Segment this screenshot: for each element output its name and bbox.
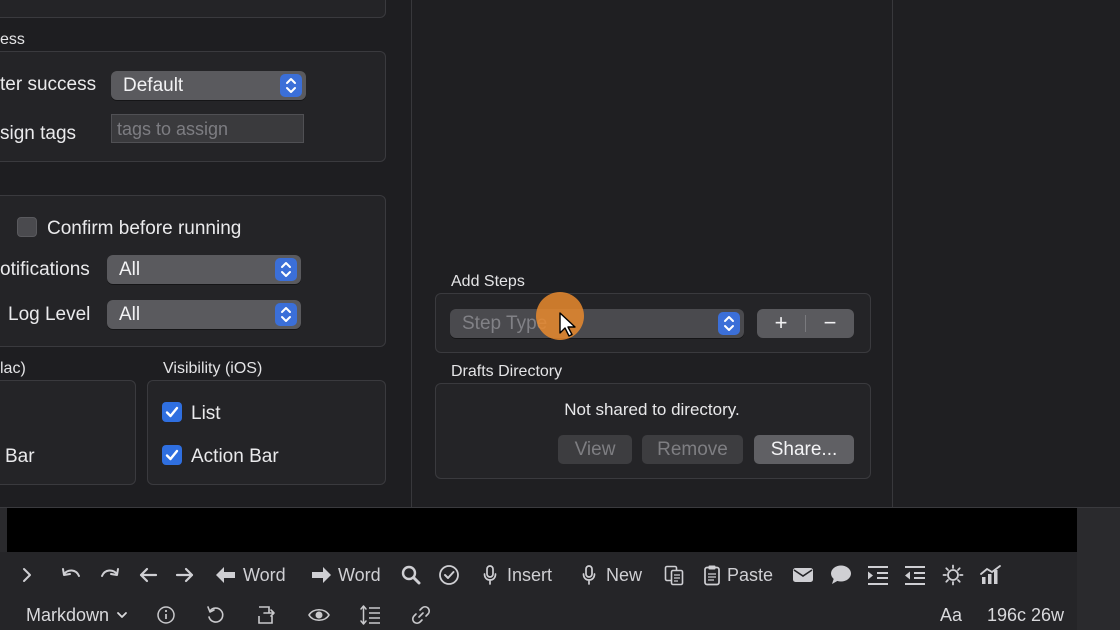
- chevron-updown-icon: [275, 258, 297, 281]
- step-type-placeholder: Step Type: [462, 313, 548, 334]
- visibility-mac-header: lac): [0, 360, 26, 377]
- word-forward-button[interactable]: Word: [309, 560, 381, 590]
- checkmark-icon: [165, 406, 179, 418]
- assign-tags-placeholder: tags to assign: [117, 119, 229, 139]
- editor-area[interactable]: [0, 508, 1077, 552]
- step-type-popup[interactable]: Step Type: [450, 309, 744, 338]
- notifications-label: otifications: [0, 259, 90, 280]
- search-icon[interactable]: [400, 560, 422, 590]
- confirm-checkbox[interactable]: [17, 217, 37, 237]
- drafts-directory-group: [435, 383, 871, 479]
- log-level-value: All: [119, 304, 141, 325]
- after-success-popup[interactable]: Default: [111, 71, 306, 100]
- chevron-down-icon: [117, 612, 127, 618]
- word-forward-arrow-icon: [312, 567, 331, 583]
- chevron-updown-icon: [718, 312, 740, 335]
- visibility-mac-group: [0, 380, 136, 485]
- ios-action-bar-label: Action Bar: [191, 446, 279, 467]
- syntax-mode-menu[interactable]: Markdown: [26, 603, 128, 627]
- section-header: ess: [0, 31, 25, 48]
- assign-tags-input[interactable]: tags to assign: [111, 114, 304, 143]
- share-button[interactable]: Share...: [754, 435, 854, 464]
- font-settings-button[interactable]: Aa: [940, 603, 962, 627]
- dictate-new-button[interactable]: New: [581, 560, 642, 590]
- add-step-button[interactable]: +: [757, 309, 805, 338]
- ios-action-bar-checkbox[interactable]: [162, 445, 182, 465]
- chevron-updown-icon: [280, 74, 302, 97]
- add-remove-segmented: + −: [757, 309, 854, 338]
- redo-icon[interactable]: [99, 560, 121, 590]
- dictate-insert-button[interactable]: Insert: [482, 560, 552, 590]
- visibility-ios-header: Visibility (iOS): [163, 360, 263, 377]
- info-icon[interactable]: [156, 603, 176, 627]
- mail-icon[interactable]: [792, 560, 814, 590]
- view-button[interactable]: View: [558, 435, 632, 464]
- visibility-ios-group: [147, 380, 386, 485]
- task-check-icon[interactable]: [438, 560, 460, 590]
- preview-eye-icon[interactable]: [307, 603, 331, 627]
- chevron-updown-icon: [275, 303, 297, 326]
- right-pane: [893, 0, 1120, 507]
- drafts-directory-status: Not shared to directory.: [564, 400, 740, 419]
- checkmark-icon: [165, 449, 179, 461]
- clipboard-icon: [704, 565, 720, 586]
- outdent-icon[interactable]: [903, 560, 927, 590]
- message-bubble-icon[interactable]: [829, 560, 853, 590]
- remove-step-button[interactable]: −: [806, 309, 854, 338]
- move-draft-icon[interactable]: [256, 603, 278, 627]
- after-success-value: Default: [123, 75, 184, 96]
- after-success-label: ter success: [0, 74, 97, 95]
- word-back-arrow-icon: [216, 567, 235, 583]
- settings-group-top: [0, 0, 386, 18]
- side-strip: [1077, 508, 1120, 630]
- chart-icon[interactable]: [979, 560, 1003, 590]
- ios-list-label: List: [191, 403, 221, 424]
- line-spacing-icon[interactable]: [359, 603, 381, 627]
- visibility-mac-bar-label: Bar: [5, 446, 35, 467]
- chevron-right-icon[interactable]: [18, 560, 36, 590]
- log-level-popup[interactable]: All: [107, 300, 301, 329]
- character-word-count[interactable]: 196c 26w: [987, 603, 1064, 627]
- log-level-label: Log Level: [8, 304, 91, 325]
- brightness-icon[interactable]: [942, 560, 964, 590]
- undo-icon[interactable]: [60, 560, 82, 590]
- pointer-cursor-icon: [559, 312, 576, 337]
- drafts-directory-header: Drafts Directory: [451, 363, 563, 380]
- after-success-group: [0, 51, 386, 162]
- arrow-left-icon[interactable]: [137, 560, 159, 590]
- paste-button[interactable]: Paste: [703, 560, 773, 590]
- confirm-label: Confirm before running: [47, 218, 242, 239]
- add-steps-header: Add Steps: [451, 273, 525, 290]
- indent-icon[interactable]: [866, 560, 890, 590]
- notifications-value: All: [119, 259, 141, 280]
- arrow-right-icon[interactable]: [174, 560, 196, 590]
- remove-button[interactable]: Remove: [642, 435, 743, 464]
- copy-icon[interactable]: [663, 560, 685, 590]
- word-back-button[interactable]: Word: [214, 560, 286, 590]
- microphone-icon: [582, 565, 596, 585]
- assign-tags-label: sign tags: [0, 123, 77, 144]
- link-icon[interactable]: [410, 603, 432, 627]
- microphone-icon: [483, 565, 497, 585]
- side-link-glyph: [1113, 530, 1120, 544]
- version-history-icon[interactable]: [205, 603, 227, 627]
- notifications-popup[interactable]: All: [107, 255, 301, 284]
- ios-list-checkbox[interactable]: [162, 402, 182, 422]
